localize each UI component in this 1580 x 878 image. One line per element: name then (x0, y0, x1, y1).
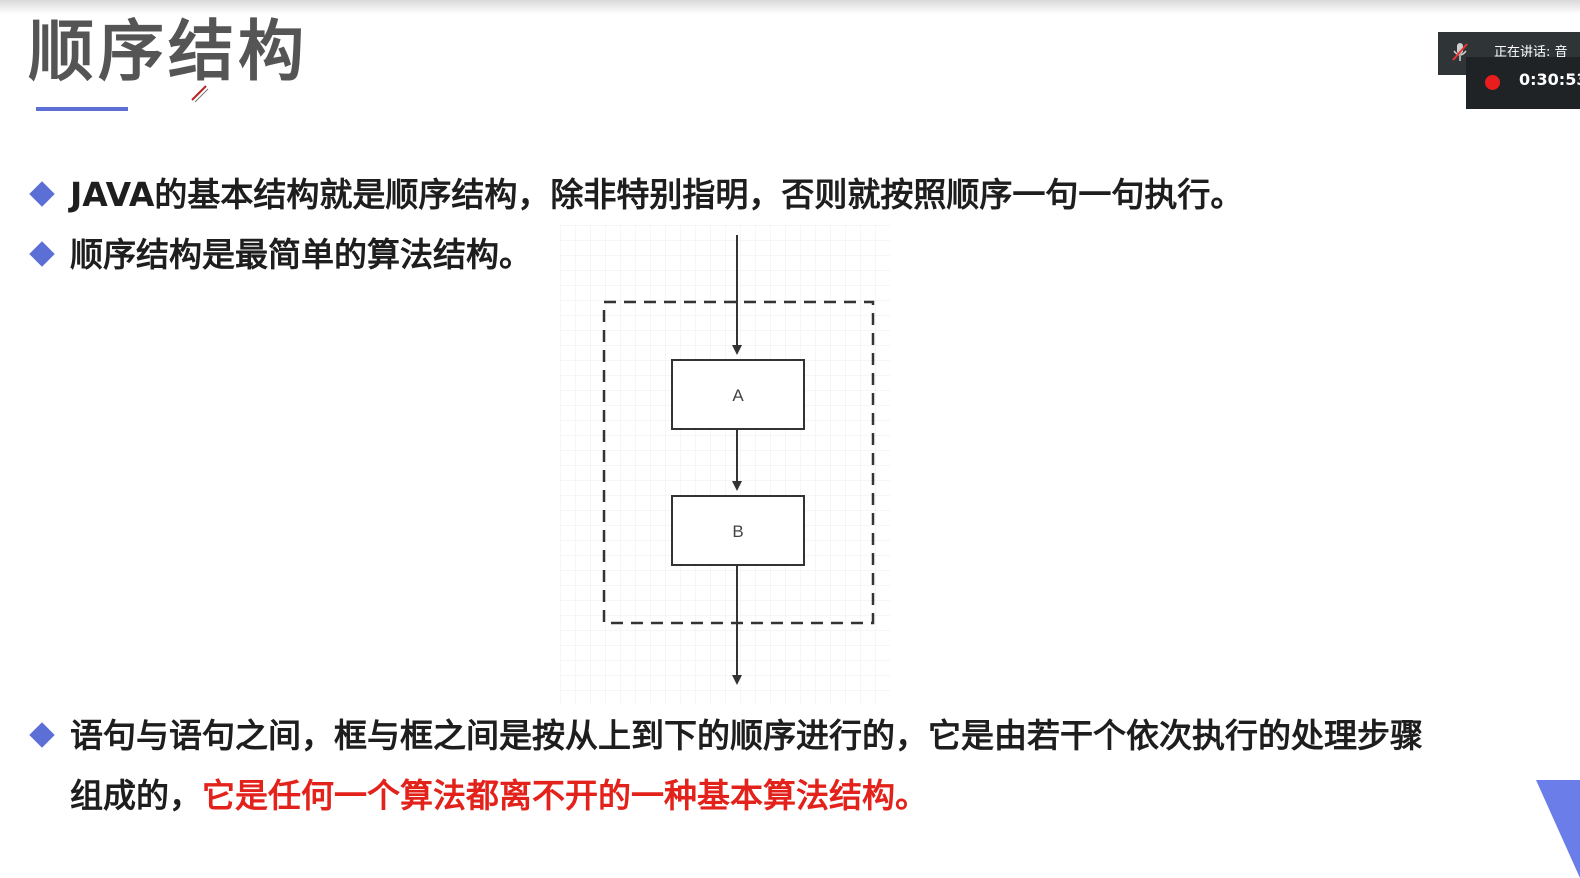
bullet-1-text: JAVA的基本结构就是顺序结构，除非特别指明，否则就按照顺序一句一句执行。 (70, 175, 1244, 214)
bullet-1: JAVA的基本结构就是顺序结构，除非特别指明，否则就按照顺序一句一句执行。 (30, 165, 1550, 225)
recording-time: 0:30:53 (1519, 70, 1580, 89)
recording-indicator[interactable]: 0:30:53 (1466, 57, 1580, 109)
record-dot-icon (1485, 75, 1500, 90)
diamond-bullet-icon (30, 723, 54, 747)
bullet-3-line1: 语句与语句之间，框与框之间是按从上到下的顺序进行的，它是由若干个依次执行的处理步… (70, 716, 1423, 755)
diamond-bullet-icon (30, 242, 54, 266)
diamond-bullet-icon (30, 182, 54, 206)
bullet-3-highlight: 它是任何一个算法都离不开的一种基本算法结构。 (202, 776, 928, 815)
slide-title: 顺序结构 (28, 13, 308, 90)
laser-pen-icon (191, 85, 209, 103)
bullet-3-line2: 组成的，它是任何一个算法都离不开的一种基本算法结构。 (70, 766, 1550, 826)
diagram-grid (560, 225, 890, 705)
box-a-label: A (732, 386, 744, 405)
bullet-3-prefix: 组成的， (70, 776, 202, 815)
box-b-label: B (732, 522, 743, 541)
title-underline (36, 107, 128, 111)
corner-decoration (1536, 780, 1580, 878)
bullet-3: 语句与语句之间，框与框之间是按从上到下的顺序进行的，它是由若干个依次执行的处理步… (30, 706, 1550, 826)
sequence-flow-diagram: A B (560, 225, 890, 705)
